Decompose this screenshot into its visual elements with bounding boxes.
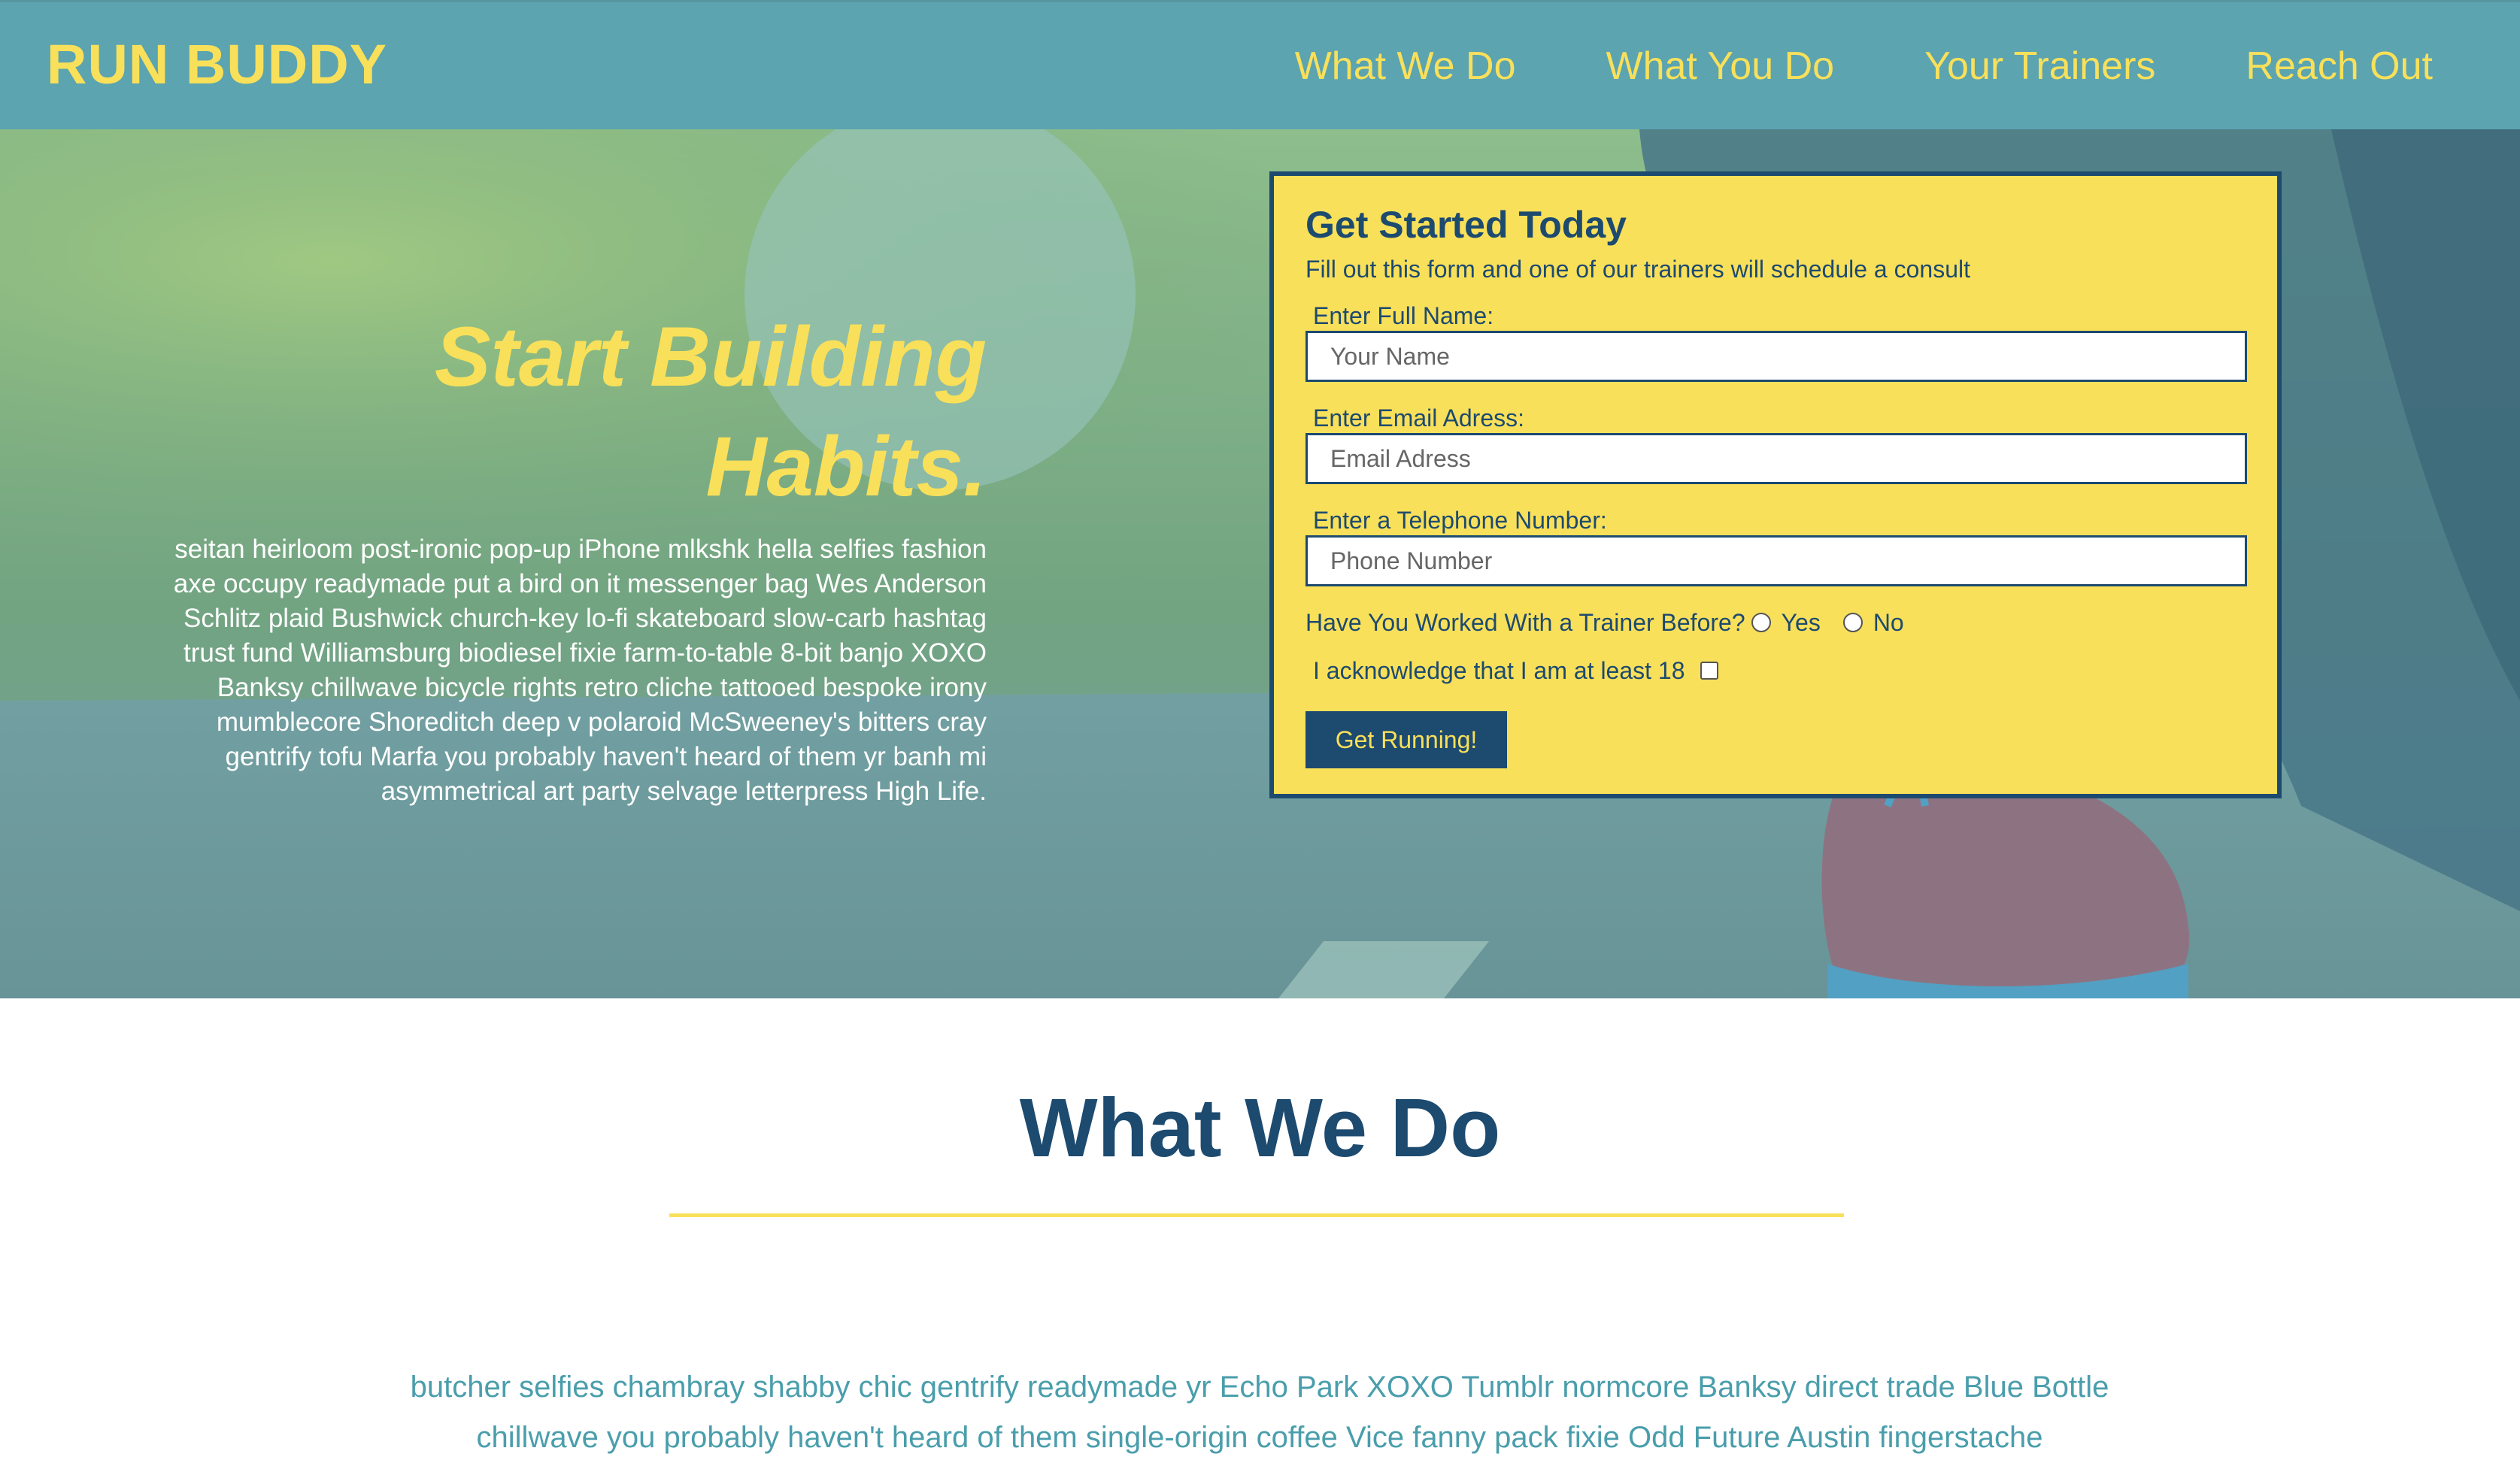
nav-link-what-you-do[interactable]: What You Do xyxy=(1606,40,1835,92)
trainer-no-radio[interactable] xyxy=(1842,613,1863,632)
hero-title: Start Building Habits. xyxy=(150,302,987,522)
what-we-do-section: What We Do butcher selfies chambray shab… xyxy=(0,998,2520,1462)
hero-section: Start Building Habits. seitan heirloom p… xyxy=(0,129,2520,998)
hero-title-line-1: Start Building xyxy=(434,310,987,404)
section-divider xyxy=(669,1213,1844,1217)
main-nav: What We Do What You Do Your Trainers Rea… xyxy=(1295,40,2433,92)
nav-link-what-we-do[interactable]: What We Do xyxy=(1295,40,1516,92)
trainer-question-row: Have You Worked With a Trainer Before? Y… xyxy=(1305,607,2246,638)
get-started-form: Get Started Today Fill out this form and… xyxy=(1269,171,2282,798)
hero-copy: Start Building Habits. seitan heirloom p… xyxy=(150,302,987,809)
trainer-yes-radio[interactable] xyxy=(1751,613,1771,632)
nav-link-your-trainers[interactable]: Your Trainers xyxy=(1924,40,2155,92)
name-label: Enter Full Name: xyxy=(1313,302,1494,329)
email-field-group: Enter Email Adress: xyxy=(1305,404,2247,484)
what-we-do-paragraph: butcher selfies chambray shabby chic gen… xyxy=(410,1371,2109,1454)
phone-input[interactable] xyxy=(1305,535,2247,586)
hero-title-line-2: Habits. xyxy=(705,420,987,513)
email-label: Enter Email Adress: xyxy=(1313,404,1524,432)
what-we-do-title: What We Do xyxy=(1019,1082,1501,1174)
full-name-input[interactable] xyxy=(1305,331,2247,382)
phone-label: Enter a Telephone Number: xyxy=(1313,507,1607,534)
email-input[interactable] xyxy=(1305,433,2247,484)
age-acknowledge-checkbox[interactable] xyxy=(1700,662,1718,680)
form-title: Get Started Today xyxy=(1305,204,1627,246)
nav-link-reach-out[interactable]: Reach Out xyxy=(2246,40,2433,92)
site-logo[interactable]: RUN BUDDY xyxy=(47,31,387,98)
hero-paragraph: seitan heirloom post-ironic pop-up iPhon… xyxy=(173,535,987,806)
phone-field-group: Enter a Telephone Number: xyxy=(1305,507,2247,586)
site-header: RUN BUDDY What We Do What You Do Your Tr… xyxy=(0,0,2520,129)
age-acknowledge-label: I acknowledge that I am at least 18 xyxy=(1313,657,1685,684)
age-acknowledge-row: I acknowledge that I am at least 18 xyxy=(1305,656,2246,686)
trainer-yes-label[interactable]: Yes xyxy=(1782,607,1821,638)
trainer-question-label: Have You Worked With a Trainer Before? xyxy=(1305,609,1745,636)
name-field-group: Enter Full Name: xyxy=(1305,302,2247,382)
trainer-no-label[interactable]: No xyxy=(1873,607,1904,638)
form-subtitle: Fill out this form and one of our traine… xyxy=(1305,256,1970,283)
get-running-button[interactable]: Get Running! xyxy=(1305,711,1507,768)
